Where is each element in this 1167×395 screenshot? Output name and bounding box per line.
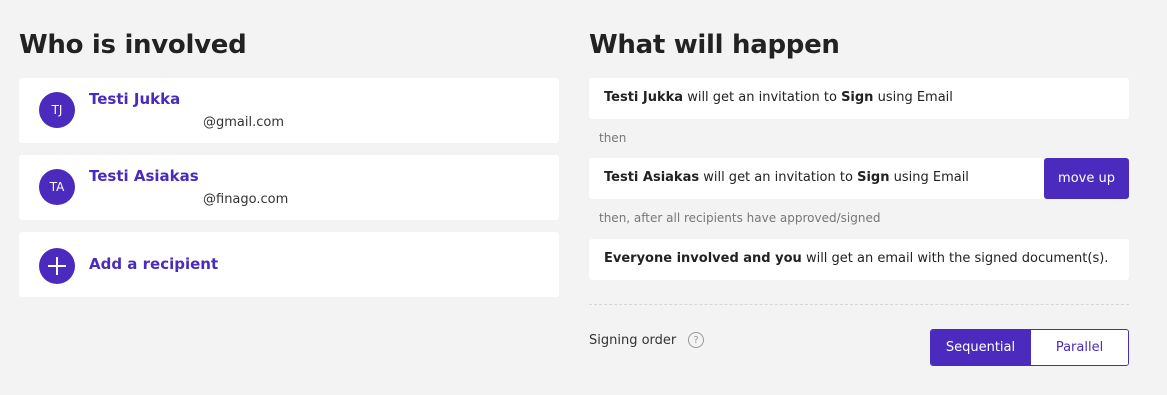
recipient-email: @finago.com <box>203 192 289 207</box>
avatar: TJ <box>39 92 75 128</box>
final-step: Everyone involved and you will get an em… <box>589 239 1129 280</box>
step-connector: then <box>599 131 627 145</box>
add-recipient-button[interactable]: Add a recipient <box>19 232 559 297</box>
who-is-involved-title: Who is involved <box>19 30 247 60</box>
recipient-name[interactable]: Testi Jukka <box>89 90 180 108</box>
add-recipient-label: Add a recipient <box>89 255 219 273</box>
step-recipient: Testi Asiakas <box>604 170 700 185</box>
divider <box>589 304 1129 305</box>
plus-icon <box>39 248 75 284</box>
workflow-step: Testi Jukka will get an invitation to Si… <box>589 78 1129 119</box>
signing-order-toggle: Sequential Parallel <box>930 329 1129 366</box>
avatar: TA <box>39 169 75 205</box>
signing-order-label: Signing order <box>589 333 677 348</box>
sequential-option[interactable]: Sequential <box>931 330 1030 365</box>
step-connector: then, after all recipients have approved… <box>599 211 881 225</box>
help-icon[interactable]: ? <box>688 332 704 348</box>
parallel-option[interactable]: Parallel <box>1030 330 1128 365</box>
recipient-email: @gmail.com <box>203 115 285 130</box>
recipient-card[interactable]: TJ Testi Jukka @gmail.com <box>19 78 559 143</box>
workflow-step: Testi Asiakas will get an invitation to … <box>589 158 1129 199</box>
move-up-button[interactable]: move up <box>1044 158 1129 199</box>
step-recipient: Testi Jukka <box>604 90 684 105</box>
what-will-happen-title: What will happen <box>589 30 840 60</box>
recipient-card[interactable]: TA Testi Asiakas @finago.com <box>19 155 559 220</box>
recipient-name[interactable]: Testi Asiakas <box>89 167 199 185</box>
